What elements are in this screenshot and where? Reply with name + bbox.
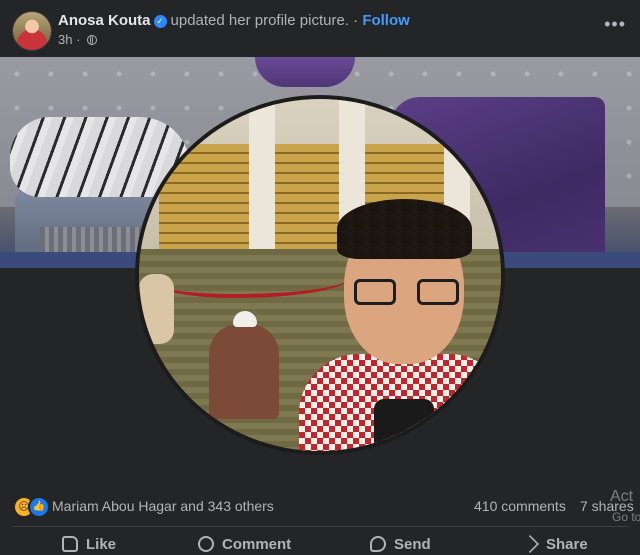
more-options-button[interactable]: ••• <box>604 14 626 35</box>
reactors-summary[interactable]: Mariam Abou Hagar and 343 others <box>52 498 274 514</box>
divider <box>12 526 628 527</box>
send-button[interactable]: Send <box>370 536 431 553</box>
share-button[interactable]: Share <box>520 534 588 554</box>
photo-glasses <box>354 279 459 307</box>
post-action-text: updated her profile picture. <box>170 12 349 29</box>
like-reaction-icon: 👍 <box>28 496 50 518</box>
verified-badge-icon: ✓ <box>153 15 167 28</box>
reaction-icons[interactable]: ☹ 👍 <box>13 496 50 518</box>
comment-label: Comment <box>222 536 292 553</box>
reactions-bar: ☹ 👍 Mariam Abou Hagar and 343 others 410… <box>0 488 640 524</box>
like-label: Like <box>86 536 117 553</box>
cover-dress <box>255 57 355 87</box>
comment-bubble-icon <box>198 536 214 552</box>
post-timestamp[interactable]: 3h <box>58 32 72 47</box>
meta-separator: · <box>76 32 81 47</box>
follow-button[interactable]: Follow <box>362 12 410 29</box>
author-avatar[interactable] <box>12 11 52 51</box>
messenger-icon <box>370 536 386 552</box>
activate-watermark: Act <box>610 488 634 505</box>
like-button[interactable]: Like <box>62 536 116 553</box>
photo-bookshelf <box>274 144 344 249</box>
comment-button[interactable]: Comment <box>198 536 291 553</box>
post-headline: Anosa Kouta ✓ updated her profile picture.… <box>58 12 410 29</box>
activate-watermark-sub: Go to <box>612 510 640 524</box>
photo-bookshelf <box>159 144 249 249</box>
photo-person <box>209 324 279 419</box>
comments-count[interactable]: 410 comments <box>474 498 566 514</box>
author-name[interactable]: Anosa Kouta <box>58 12 151 29</box>
profile-picture[interactable] <box>135 95 505 455</box>
share-label: Share <box>546 536 588 553</box>
thumbs-up-icon <box>62 536 78 552</box>
separator-dot: · <box>353 12 359 29</box>
photo-column <box>249 99 275 249</box>
globe-icon <box>87 34 98 45</box>
photo-hair <box>337 199 472 259</box>
send-label: Send <box>394 536 431 553</box>
post-meta: 3h · <box>58 32 98 47</box>
post-actions: Like Comment Send Share <box>0 530 640 555</box>
share-arrow-icon <box>520 534 540 554</box>
post-header: Anosa Kouta ✓ updated her profile picture.… <box>0 0 640 56</box>
photo-person <box>139 274 174 344</box>
photo-shirt <box>374 399 434 451</box>
